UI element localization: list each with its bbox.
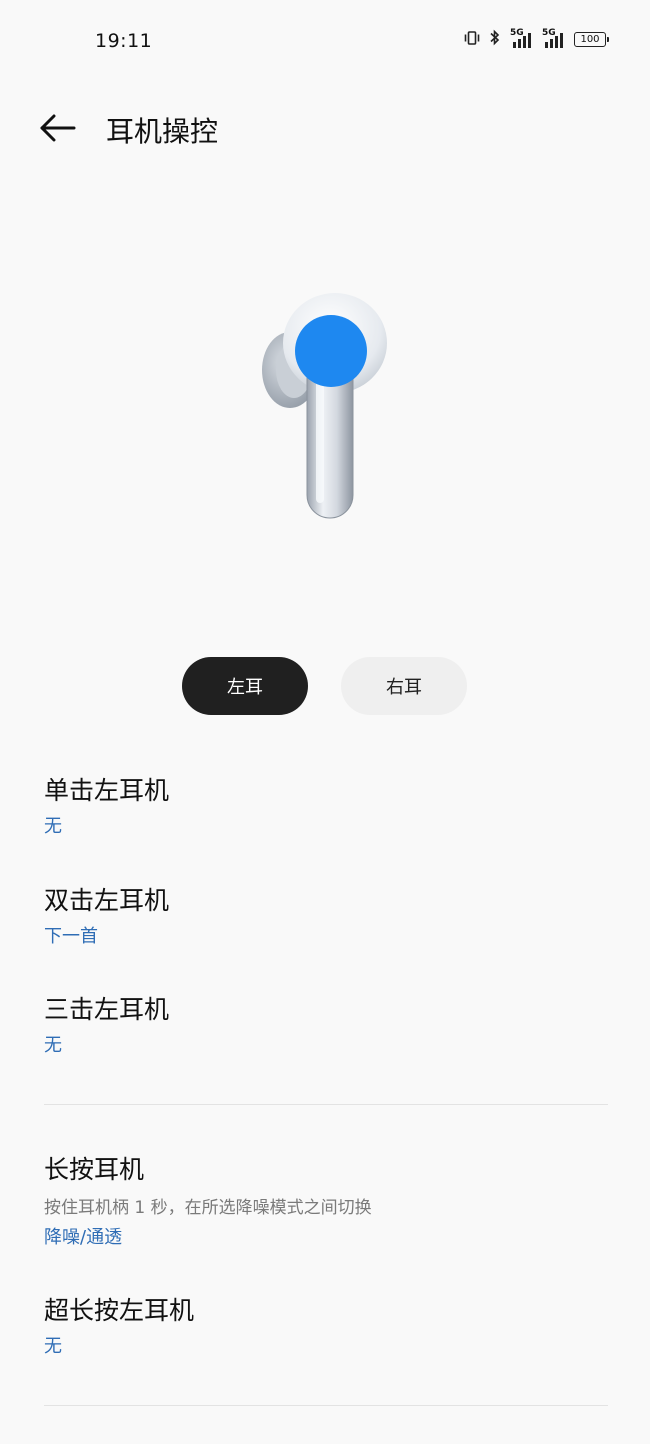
setting-triple-tap[interactable]: 三击左耳机 无 (44, 995, 614, 1057)
setting-long-press[interactable]: 长按耳机 按住耳机柄 1 秒，在所选降噪模式之间切换 降噪/通透 (44, 1155, 614, 1249)
app-header: 耳机操控 (0, 90, 650, 170)
bluetooth-icon (488, 29, 502, 50)
setting-value: 无 (44, 1035, 62, 1056)
setting-title: 双击左耳机 (44, 886, 170, 915)
setting-title: 三击左耳机 (44, 995, 170, 1024)
tab-left-ear[interactable]: 左耳 (182, 657, 308, 715)
setting-title: 单击左耳机 (44, 776, 170, 805)
tab-right-ear[interactable]: 右耳 (341, 657, 467, 715)
setting-title: 长按耳机 (44, 1155, 145, 1184)
setting-value: 无 (44, 1336, 62, 1357)
arrow-left-icon (40, 114, 76, 142)
status-time: 19:11 (95, 30, 153, 52)
vibrate-icon (464, 30, 480, 50)
setting-double-tap[interactable]: 双击左耳机 下一首 (44, 886, 614, 948)
earbud-illustration (250, 288, 400, 528)
setting-extra-long-press[interactable]: 超长按左耳机 无 (44, 1296, 614, 1358)
setting-single-tap[interactable]: 单击左耳机 无 (44, 776, 614, 838)
status-bar: 19:11 5G 5G 100 (0, 0, 650, 82)
setting-title: 超长按左耳机 (44, 1296, 195, 1325)
section-divider (44, 1104, 608, 1105)
signal-5g-icon: 5G (510, 28, 534, 49)
page-title: 耳机操控 (106, 115, 219, 148)
back-button[interactable] (36, 108, 80, 148)
battery-icon: 100 (574, 32, 609, 47)
section-divider (44, 1405, 608, 1406)
signal-5g-icon: 5G (542, 28, 566, 49)
setting-value: 下一首 (44, 926, 98, 947)
setting-value: 无 (44, 816, 62, 837)
setting-value: 降噪/通透 (44, 1227, 123, 1248)
setting-description: 按住耳机柄 1 秒，在所选降噪模式之间切换 (44, 1198, 372, 1218)
status-icons: 5G 5G 100 (464, 28, 609, 50)
